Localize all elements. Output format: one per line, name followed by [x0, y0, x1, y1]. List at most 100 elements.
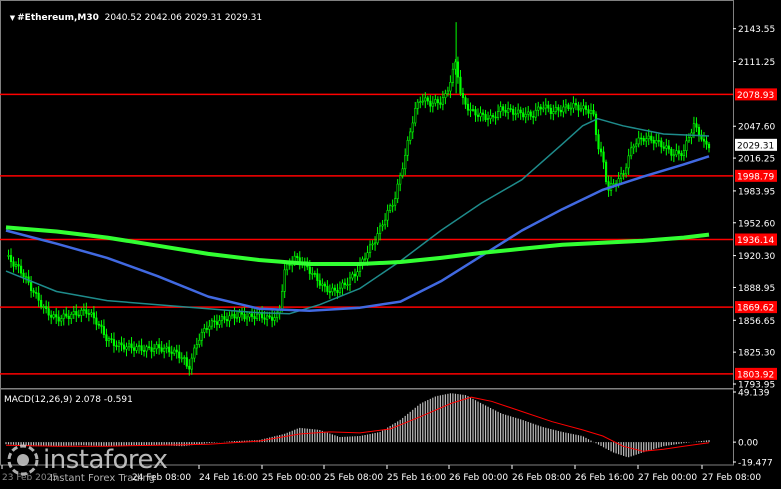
candle-body — [389, 205, 392, 211]
candle-body — [378, 225, 382, 234]
candle-body — [489, 115, 492, 119]
candle-body — [401, 168, 404, 176]
y-tick-label: 1983.95 — [738, 187, 775, 197]
candle-body — [504, 110, 507, 113]
candle-body — [346, 284, 349, 286]
candle-body — [667, 145, 670, 150]
candle-body — [117, 342, 121, 347]
candle-body — [255, 313, 259, 319]
macd-y-tick-label: 49.139 — [738, 389, 770, 399]
candle-body — [72, 311, 75, 315]
candle-body — [522, 112, 525, 118]
candle-body — [670, 148, 673, 156]
level-tag-text: 1998.79 — [737, 172, 774, 182]
candle-body — [90, 312, 93, 315]
candle-body — [441, 97, 444, 105]
candle-body — [155, 344, 158, 350]
candle-body — [662, 146, 665, 149]
candle-body — [599, 148, 603, 153]
candle-body — [323, 283, 326, 287]
level-price-tag: 1998.79 — [735, 169, 777, 182]
candle-body — [682, 150, 685, 157]
candle-body — [660, 140, 663, 148]
candle-body — [675, 150, 678, 156]
candle-body — [630, 147, 633, 157]
candle-body — [627, 155, 630, 169]
candle-body — [321, 283, 324, 286]
candle-body — [193, 347, 196, 359]
candle-body — [657, 140, 660, 142]
candle-body — [702, 138, 706, 142]
candle-body — [509, 108, 512, 110]
candle-body — [316, 273, 319, 281]
collapse-triangle-icon[interactable]: ▼ — [10, 14, 15, 22]
candle-body — [266, 315, 269, 320]
candle-body — [215, 321, 219, 325]
y-tick-label: 2111.25 — [738, 58, 775, 68]
candle-body — [384, 219, 387, 226]
current-price-text: 2029.31 — [737, 141, 774, 151]
candle-body — [486, 118, 490, 120]
y-tick-label: 2016.25 — [738, 155, 775, 165]
candle-body — [391, 204, 394, 207]
y-tick-label: 2143.55 — [738, 25, 775, 35]
candle-body — [92, 312, 95, 319]
candle-body — [183, 357, 186, 359]
candle-body — [341, 282, 344, 289]
candle-body — [569, 107, 573, 110]
candle-body — [180, 357, 183, 360]
watermark-tagline: Instant Forex Trading — [50, 473, 156, 484]
candle-body — [19, 265, 23, 274]
candle-body — [9, 255, 13, 263]
candle-body — [268, 315, 271, 318]
candle-body — [170, 351, 173, 354]
level-tag-text: 1869.62 — [737, 304, 774, 314]
candle-body — [130, 343, 133, 349]
ohlc-values: 2040.52 2042.06 2029.31 2029.31 — [104, 13, 263, 23]
candle-body — [604, 161, 608, 182]
candle-body — [178, 351, 181, 359]
candle-body — [283, 269, 286, 292]
candle-body — [481, 112, 485, 115]
candle-body — [622, 173, 625, 175]
candle-body — [514, 113, 517, 116]
candle-body — [424, 97, 427, 102]
candle-body — [245, 316, 249, 320]
candle-body — [439, 102, 442, 105]
candle-body — [145, 346, 148, 352]
instaforex-logo-icon — [7, 444, 39, 476]
candle-body — [434, 99, 437, 104]
candle-body — [665, 145, 668, 149]
candle-body — [22, 272, 25, 278]
candle-body — [213, 320, 216, 323]
candle-body — [356, 271, 359, 277]
candle-body — [363, 258, 367, 261]
candle-body — [112, 339, 116, 346]
candle-body — [333, 287, 337, 291]
candle-body — [85, 309, 88, 314]
candle-body — [625, 167, 628, 175]
candle-body — [416, 101, 419, 109]
candle-body — [479, 112, 482, 117]
candle-body — [175, 349, 178, 353]
price-chart-canvas[interactable]: 2078.93 1998.79 1936.14 1869.62 1803.92 2029.… — [0, 0, 781, 489]
candle-body — [208, 325, 211, 330]
candle-body — [474, 109, 477, 116]
candle-body — [220, 316, 224, 321]
level-tag-text: 2078.93 — [737, 91, 774, 101]
macd-y-tick-label: 0.00 — [738, 439, 758, 449]
x-tick-label: 25 Feb 16:00 — [387, 473, 446, 483]
candle-body — [198, 339, 201, 345]
candle-body — [687, 137, 691, 142]
candle-body — [313, 273, 316, 275]
level-price-tag: 1869.62 — [735, 301, 777, 314]
candle-body — [80, 309, 83, 316]
candle-body — [24, 276, 28, 279]
candle-body — [42, 306, 45, 308]
candle-body — [592, 110, 595, 115]
candle-body — [153, 348, 156, 352]
candle-body — [336, 290, 339, 293]
candle-body — [567, 104, 570, 109]
candle-body — [137, 345, 141, 347]
candle-body — [459, 76, 462, 94]
